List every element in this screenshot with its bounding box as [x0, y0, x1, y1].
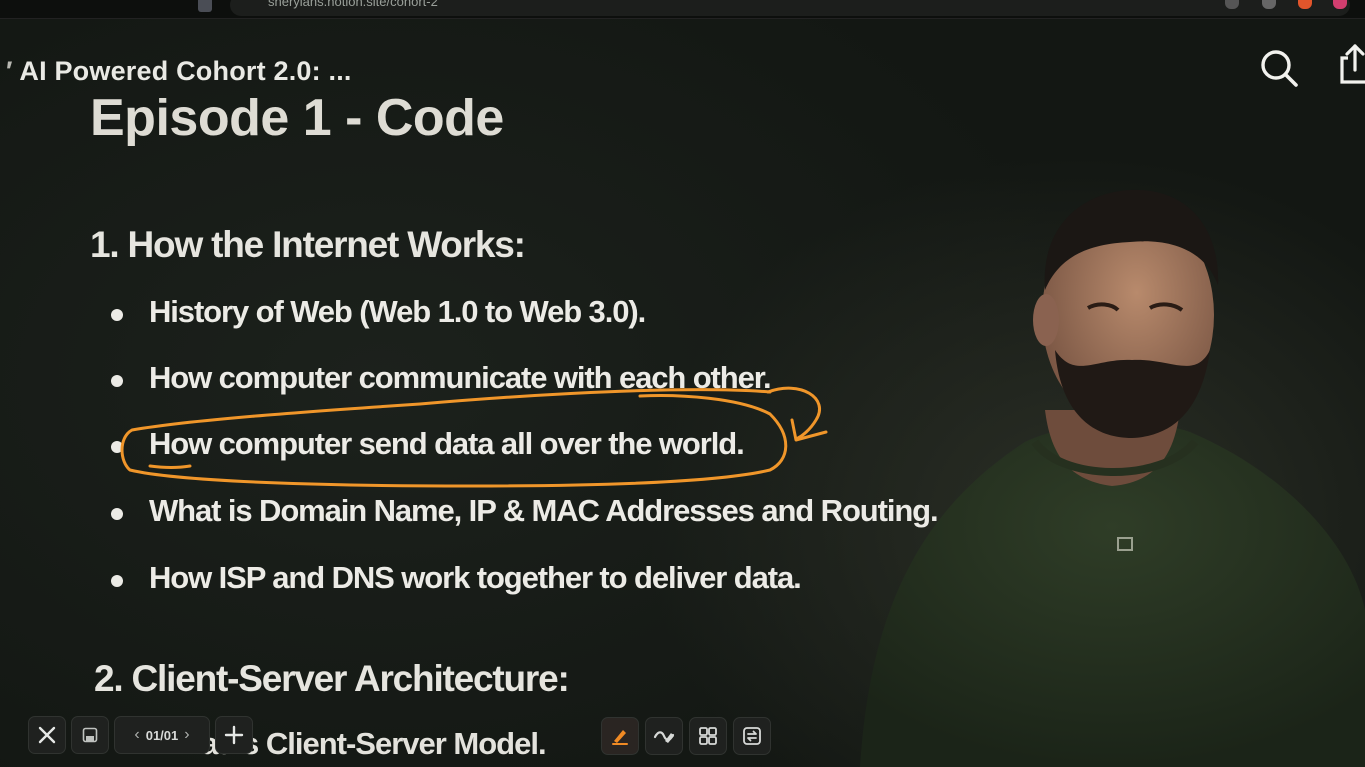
pen-icon	[612, 730, 628, 745]
share-icon	[1340, 44, 1365, 84]
bookmark-icon[interactable]	[198, 0, 212, 12]
browser-toolbar: sheryians.notion.site/cohort-2	[0, 0, 1365, 19]
address-bar[interactable]: sheryians.notion.site/cohort-2	[230, 0, 1350, 16]
save-button[interactable]	[71, 716, 109, 754]
search-button[interactable]	[1258, 47, 1300, 89]
save-icon	[82, 727, 98, 743]
page-pager[interactable]: ‹ 01/01 ›	[114, 716, 210, 754]
bullet-icon	[111, 309, 123, 321]
bullet-icon	[111, 441, 123, 453]
page-indicator: 01/01	[145, 727, 179, 743]
bullet-icon	[111, 375, 123, 387]
bullet-icon	[111, 508, 123, 520]
eraser-tool-button[interactable]	[645, 717, 683, 755]
swap-icon	[743, 727, 761, 745]
eraser-icon	[653, 731, 675, 743]
video-frame: sheryians.notion.site/cohort-2 ′ AI Powe…	[0, 0, 1365, 767]
swap-tool-button[interactable]	[733, 717, 771, 755]
bullet-icon	[111, 575, 123, 587]
grid-icon	[699, 727, 717, 745]
list-item: What is Client-Server Model.	[155, 726, 547, 761]
chevron-right-icon[interactable]: ›	[184, 726, 189, 744]
grid-tool-button[interactable]	[689, 717, 727, 755]
address-bar-url: sheryians.notion.site/cohort-2	[268, 0, 438, 9]
plus-icon	[224, 725, 244, 745]
section-heading-internet: 1. How the Internet Works:	[90, 224, 526, 265]
share-button[interactable]	[1338, 42, 1365, 86]
pen-tool-button[interactable]	[601, 717, 639, 755]
annotation-arrow	[766, 386, 821, 440]
search-icon	[1261, 50, 1298, 87]
close-button[interactable]	[28, 716, 66, 754]
add-page-button[interactable]	[215, 716, 253, 754]
presenter-video	[860, 189, 1365, 767]
section-heading-client-server: 2. Client-Server Architecture:	[94, 658, 570, 699]
document-heading: Episode 1 - Code	[90, 89, 504, 147]
chevron-left-icon[interactable]: ‹	[134, 726, 139, 744]
page-title: ′ AI Powered Cohort 2.0: ...	[6, 56, 352, 86]
close-icon	[38, 726, 56, 744]
